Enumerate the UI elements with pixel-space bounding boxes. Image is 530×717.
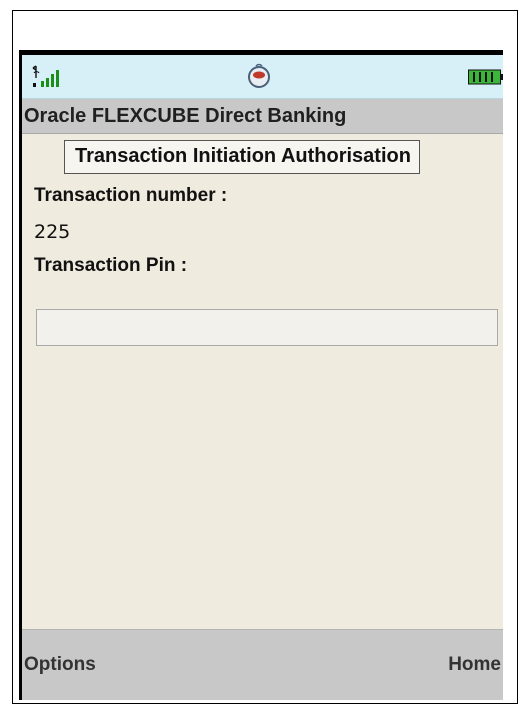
transaction-pin-label: Transaction Pin : bbox=[34, 255, 188, 276]
options-softkey[interactable]: Options bbox=[24, 654, 96, 676]
form-heading: Transaction Initiation Authorisation bbox=[64, 140, 420, 174]
phone-screen: Oracle FLEXCUBE Direct Banking Transacti… bbox=[19, 50, 503, 700]
signal-strength-icon bbox=[32, 65, 59, 87]
java-coffee-cup-icon bbox=[248, 63, 270, 88]
battery-icon bbox=[468, 69, 503, 85]
transaction-number-label: Transaction number : bbox=[34, 185, 228, 206]
softkey-bar: Options Home bbox=[22, 629, 503, 700]
app-title: Oracle FLEXCUBE Direct Banking bbox=[24, 104, 347, 127]
transaction-pin-input[interactable] bbox=[36, 309, 498, 346]
status-bar bbox=[22, 55, 503, 99]
transaction-number-value: 225 bbox=[34, 221, 71, 243]
app-title-bar: Oracle FLEXCUBE Direct Banking bbox=[22, 99, 503, 134]
home-softkey[interactable]: Home bbox=[448, 654, 501, 676]
